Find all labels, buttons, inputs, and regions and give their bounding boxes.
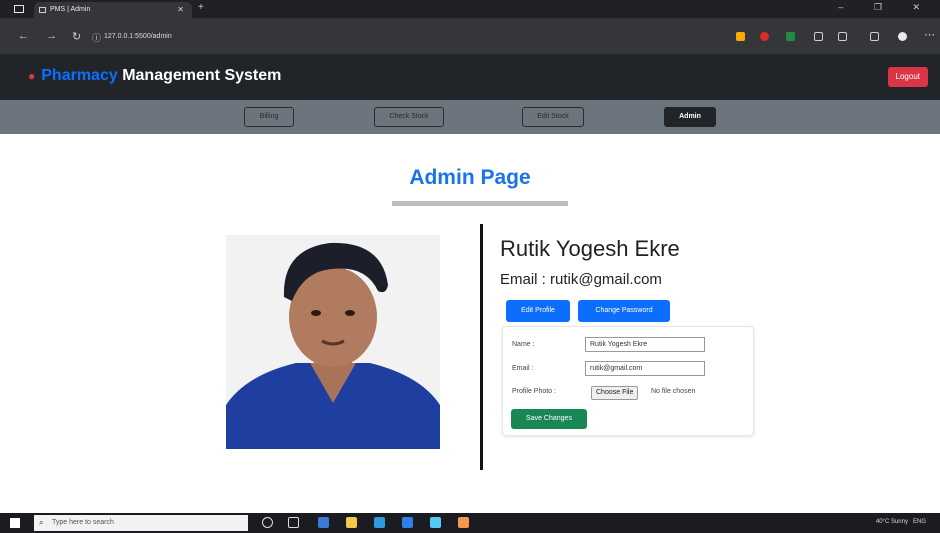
site-info-icon[interactable]: ⓘ [92,31,101,44]
brand-logo-icon: ● [28,69,36,83]
browser-tab-bar: PMS | Admin ✕ + – ❐ ✕ [0,0,940,18]
brand-accent: Pharmacy [41,67,118,84]
extension-icon[interactable] [760,32,769,41]
os-taskbar: ⌕ Type here to search 40°C Sunny ENG [0,513,940,533]
profile-avatar-icon[interactable] [898,32,907,41]
edit-profile-button[interactable]: Edit Profile [506,300,570,322]
brand-name: Management System [122,67,282,84]
browser-toolbar: ← → ↻ ⓘ 127.0.0.1:5500/admin ⋯ [0,18,940,54]
bookmark-icon[interactable] [838,32,847,41]
page-favicon-icon [39,7,46,13]
taskbar-search-placeholder: Type here to search [52,519,114,526]
tab-title: PMS | Admin [50,6,91,13]
email-input[interactable]: rutik@gmail.com [585,361,705,376]
save-changes-button[interactable]: Save Changes [511,409,587,429]
profile-name: Rutik Yogesh Ekre [500,236,680,261]
logout-button[interactable]: Logout [887,67,928,87]
edge-icon[interactable] [318,517,329,528]
reload-icon[interactable]: ↻ [72,30,81,43]
menu-icon[interactable]: ⋯ [924,28,935,41]
window-controls[interactable]: – ❐ ✕ [838,2,934,13]
app-navbar: ● Pharmacy Management System Logout [0,54,940,100]
file-explorer-icon[interactable] [346,517,357,528]
page-title: Admin Page [409,166,531,189]
title-underline [392,201,568,206]
new-tab-button[interactable]: + [198,2,204,13]
app-icon[interactable] [430,517,441,528]
browser-tab[interactable]: PMS | Admin ✕ [34,2,192,18]
nav-edit-stock[interactable]: Edit Stock [522,107,584,127]
profile-photo [226,235,440,449]
extension-icon[interactable] [736,32,745,41]
file-status: No file chosen [651,388,696,395]
vertical-divider [480,224,483,470]
profile-email: Email : rutik@gmail.com [500,271,662,288]
chrome-icon[interactable] [374,517,385,528]
choose-file-button[interactable]: Choose File [591,386,639,400]
collections-icon[interactable] [870,32,879,41]
profile-photo-label: Profile Photo : [512,388,556,395]
vscode-icon[interactable] [402,517,413,528]
extension-icon[interactable] [786,32,795,41]
url-field[interactable]: 127.0.0.1:5500/admin [104,29,644,44]
windows-start-icon[interactable] [10,518,20,528]
tab-actions-icon[interactable] [14,5,24,13]
edit-profile-form: Name : Rutik Yogesh Ekre Email : rutik@g… [502,326,754,436]
system-tray[interactable]: 40°C Sunny ENG [876,519,926,525]
change-password-button[interactable]: Change Password [578,300,670,322]
nav-billing[interactable]: Billing [244,107,294,127]
nav-check-stock[interactable]: Check Stock [374,107,444,127]
email-label: Email : [512,365,534,372]
name-label: Name : [512,341,535,348]
tab-close-icon[interactable]: ✕ [177,2,184,18]
taskbar-search-input[interactable]: ⌕ Type here to search [34,515,248,531]
extensions-icon[interactable] [814,32,823,41]
profile-photo-illustration [226,235,440,449]
sub-navigation: Billing Check Stock Edit Stock Admin [0,100,940,134]
task-view-icon[interactable] [288,517,299,528]
forward-icon[interactable]: → [46,30,57,42]
language-indicator: ENG [912,519,926,525]
search-icon: ⌕ [39,518,44,527]
app-icon[interactable] [458,517,469,528]
back-icon[interactable]: ← [18,30,29,42]
name-input[interactable]: Rutik Yogesh Ekre [585,337,705,352]
nav-admin[interactable]: Admin [664,107,716,127]
brand[interactable]: ● Pharmacy Management System [28,67,281,85]
weather-text: 40°C Sunny [875,519,908,525]
cortana-icon[interactable] [262,517,273,528]
